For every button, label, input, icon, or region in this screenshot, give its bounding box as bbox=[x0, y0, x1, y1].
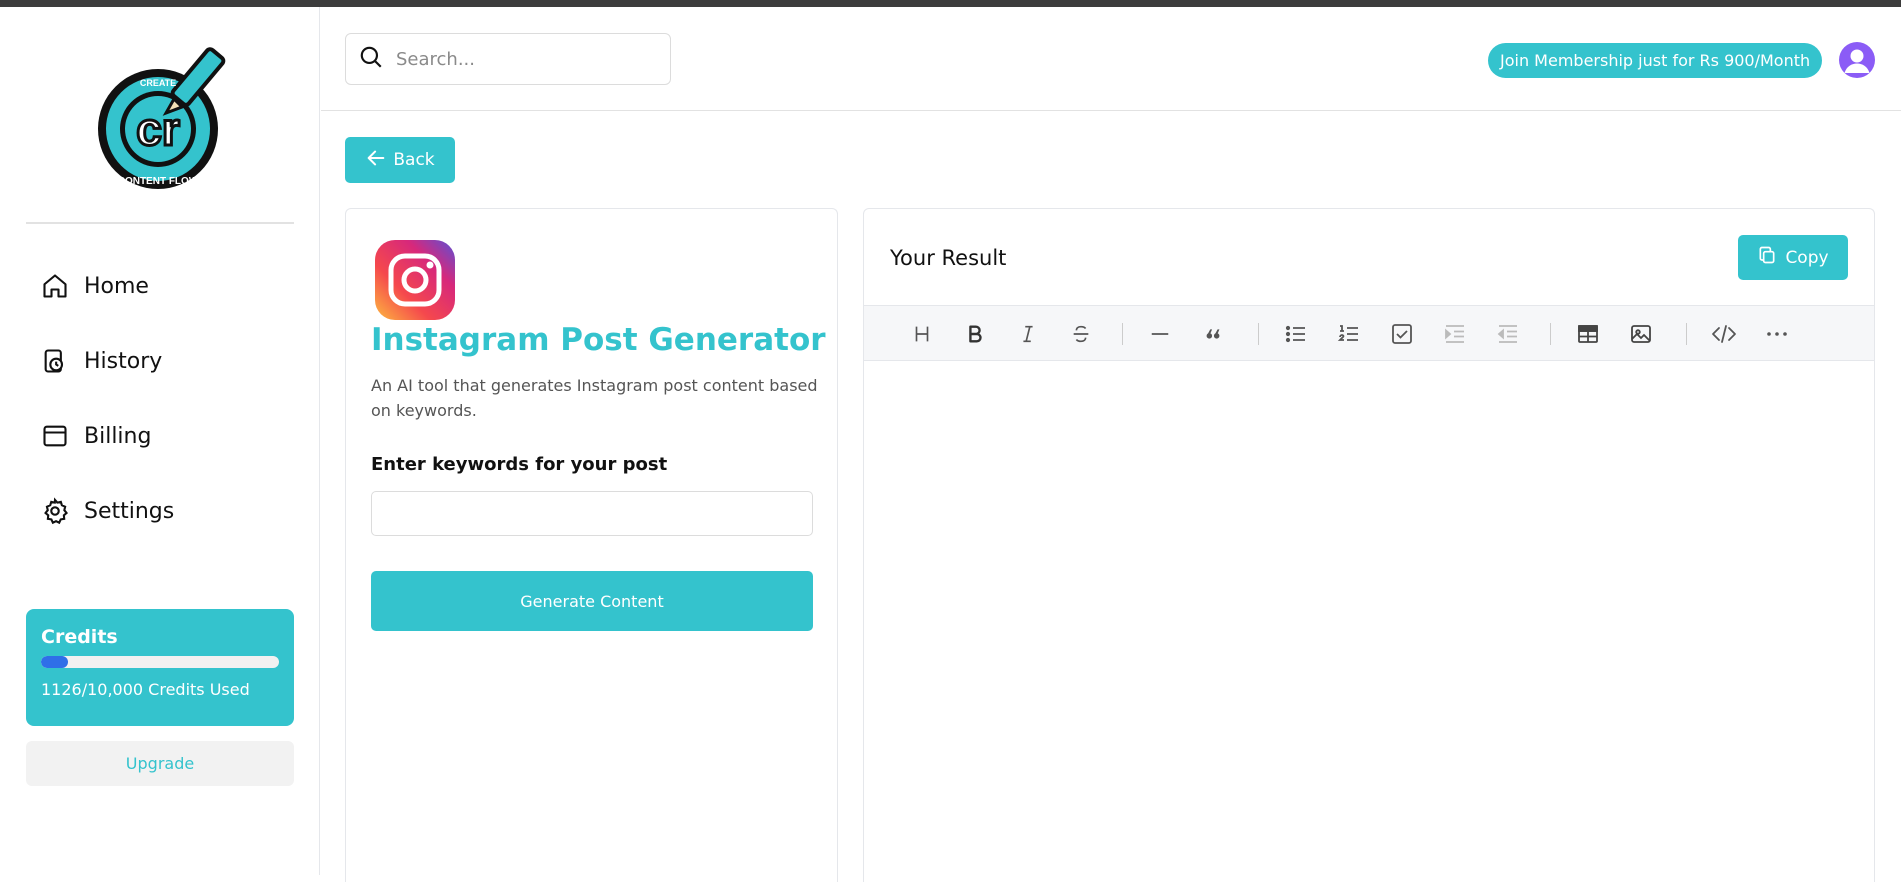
gear-icon bbox=[40, 496, 70, 526]
back-button[interactable]: Back bbox=[345, 137, 455, 183]
outdent-icon[interactable] bbox=[1491, 317, 1525, 351]
result-editor[interactable] bbox=[864, 361, 1874, 881]
instagram-logo-icon bbox=[374, 239, 456, 321]
horizontal-rule-icon[interactable] bbox=[1143, 317, 1177, 351]
home-icon bbox=[40, 271, 70, 301]
copy-button[interactable]: Copy bbox=[1738, 235, 1848, 280]
upgrade-button[interactable]: Upgrade bbox=[26, 741, 294, 786]
copy-icon bbox=[1757, 245, 1777, 270]
membership-badge[interactable]: Join Membership just for Rs 900/Month bbox=[1488, 43, 1823, 78]
italic-icon[interactable] bbox=[1011, 317, 1045, 351]
image-icon[interactable] bbox=[1624, 317, 1658, 351]
credits-title: Credits bbox=[41, 626, 118, 648]
logo-bottom-text: CONTENT FLOW bbox=[118, 176, 199, 187]
editor-toolbar bbox=[864, 305, 1874, 361]
tool-card: Instagram Post Generator An AI tool that… bbox=[345, 208, 838, 882]
sidebar: cr CREATE CONTENT FLOW Home History Bill… bbox=[0, 7, 320, 875]
copy-label: Copy bbox=[1785, 247, 1829, 268]
result-title: Your Result bbox=[890, 246, 1007, 270]
quote-icon[interactable] bbox=[1196, 317, 1230, 351]
window-top-strip bbox=[0, 0, 1901, 7]
search-input[interactable] bbox=[396, 48, 646, 70]
keywords-label: Enter keywords for your post bbox=[371, 454, 668, 475]
ordered-list-icon[interactable] bbox=[1332, 317, 1366, 351]
logo-top-text: CREATE bbox=[140, 78, 176, 88]
sidebar-item-label: Settings bbox=[84, 498, 175, 524]
sidebar-item-settings[interactable]: Settings bbox=[40, 491, 174, 531]
sidebar-item-label: Billing bbox=[84, 423, 152, 449]
heading-icon[interactable] bbox=[905, 317, 939, 351]
toolbar-separator bbox=[1258, 323, 1259, 345]
toolbar-separator bbox=[1122, 323, 1123, 345]
sidebar-item-billing[interactable]: Billing bbox=[40, 416, 151, 456]
sidebar-divider bbox=[26, 222, 294, 224]
top-header: Join Membership just for Rs 900/Month bbox=[321, 7, 1901, 111]
strikethrough-icon[interactable] bbox=[1064, 317, 1098, 351]
billing-icon bbox=[40, 421, 70, 451]
history-icon bbox=[40, 346, 70, 376]
sidebar-item-label: Home bbox=[84, 273, 149, 299]
avatar[interactable] bbox=[1839, 42, 1875, 78]
tool-description: An AI tool that generates Instagram post… bbox=[371, 376, 818, 420]
search-icon bbox=[358, 44, 384, 74]
toolbar-separator bbox=[1686, 323, 1687, 345]
content-flow-logo[interactable]: cr CREATE CONTENT FLOW bbox=[90, 41, 230, 191]
indent-icon[interactable] bbox=[1438, 317, 1472, 351]
result-card: Your Result Copy bbox=[863, 208, 1875, 882]
credits-card: Credits 1126/10,000 Credits Used bbox=[26, 609, 294, 726]
search-box[interactable] bbox=[345, 33, 671, 85]
task-list-icon[interactable] bbox=[1385, 317, 1419, 351]
credits-used-text: 1126/10,000 Credits Used bbox=[41, 680, 250, 699]
table-icon[interactable] bbox=[1571, 317, 1605, 351]
bullet-list-icon[interactable] bbox=[1279, 317, 1313, 351]
bold-icon[interactable] bbox=[958, 317, 992, 351]
toolbar-separator bbox=[1550, 323, 1551, 345]
arrow-left-icon bbox=[365, 147, 387, 174]
sidebar-item-history[interactable]: History bbox=[40, 341, 162, 381]
credits-progress-fill bbox=[41, 656, 68, 668]
generate-content-button[interactable]: Generate Content bbox=[371, 571, 813, 631]
keywords-input[interactable] bbox=[371, 491, 813, 536]
credits-progress-bar bbox=[41, 656, 279, 668]
back-label: Back bbox=[393, 150, 435, 170]
more-options-icon[interactable] bbox=[1760, 317, 1794, 351]
sidebar-item-home[interactable]: Home bbox=[40, 266, 149, 306]
sidebar-item-label: History bbox=[84, 348, 163, 374]
code-icon[interactable] bbox=[1707, 317, 1741, 351]
tool-title: Instagram Post Generator bbox=[371, 322, 826, 358]
